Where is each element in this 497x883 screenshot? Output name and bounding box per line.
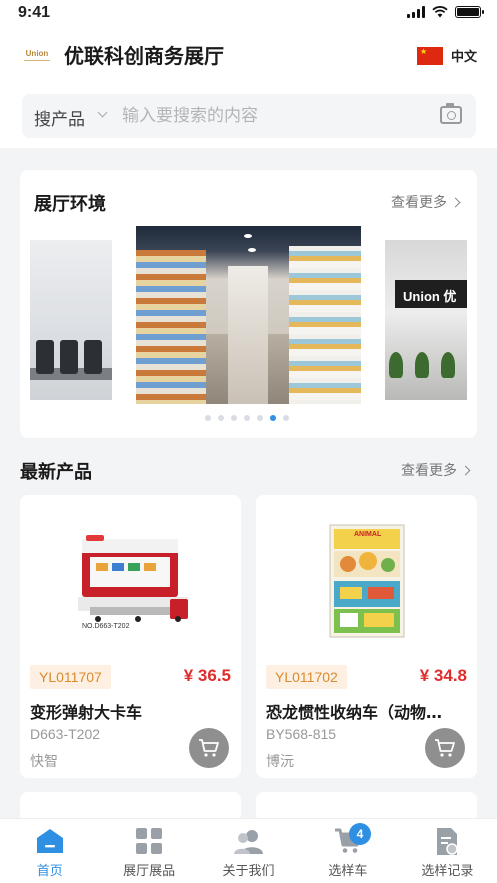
product-brand: 快智 (30, 754, 58, 770)
carousel-pager (205, 415, 289, 421)
product-card[interactable]: ANIMAL YL011702 ¥ 34.8 恐龙惯性收纳车（动物… BY568… (256, 495, 477, 778)
showroom-section: 展厅环境 查看更多 Union 优 (20, 170, 477, 438)
reception-sign: Union 优 (403, 289, 457, 304)
add-to-cart-button[interactable] (425, 728, 465, 768)
new-products-more-link[interactable]: 查看更多 (401, 460, 471, 480)
product-code-badge: YL011702 (266, 665, 347, 689)
home-icon (35, 827, 65, 855)
cellular-signal-icon (407, 6, 425, 18)
chevron-right-icon (460, 465, 471, 475)
carousel-dot[interactable] (218, 415, 224, 421)
product-image-truck: NO.D663-T202 (20, 495, 241, 655)
carousel-dot[interactable] (205, 415, 211, 421)
product-name: 恐龙惯性收纳车（动物… (266, 703, 443, 722)
product-price: ¥ 34.8 (419, 666, 467, 685)
cart-icon: 4 (333, 823, 371, 855)
carousel-slide-meeting-room[interactable] (30, 240, 112, 400)
carousel-slide-reception[interactable]: Union 优 (385, 240, 467, 400)
app-header: Union 优联科创商务展厅 中文 搜产品 (0, 30, 497, 148)
product-code-badge: YL011707 (30, 665, 111, 689)
product-image-caption: ANIMAL (354, 531, 382, 538)
status-icons (407, 6, 484, 18)
carousel-slide-showroom-aisle[interactable] (136, 226, 361, 404)
product-brand: 博沅 (266, 754, 294, 770)
status-bar: 9:41 (0, 0, 497, 30)
grid-icon (134, 827, 164, 855)
status-time: 9:41 (18, 4, 51, 21)
chevron-right-icon (450, 197, 461, 207)
tab-home[interactable]: 首页 (0, 819, 99, 883)
product-name: 变形弹射大卡车 (30, 703, 143, 722)
wifi-icon (432, 6, 448, 18)
chevron-down-icon[interactable] (97, 107, 108, 118)
bottom-tab-bar: 首页 展厅展品 关于我们 4 选样车 选样记录 (0, 818, 497, 883)
carousel-dot[interactable] (283, 415, 289, 421)
search-bar: 搜产品 (22, 94, 476, 138)
users-icon (233, 827, 264, 855)
cart-icon (435, 739, 455, 757)
app-title: 优联科创商务展厅 (64, 44, 224, 68)
language-switch[interactable]: 中文 (416, 46, 477, 65)
carousel-dot[interactable] (257, 415, 263, 421)
product-model: D663-T202 (30, 726, 101, 742)
cart-count-badge: 4 (348, 823, 371, 845)
carousel-dot[interactable] (270, 415, 276, 421)
add-to-cart-button[interactable] (189, 728, 229, 768)
battery-icon (455, 6, 484, 18)
language-label: 中文 (450, 50, 477, 65)
union-logo: Union (22, 44, 52, 66)
carousel-dot[interactable] (231, 415, 237, 421)
product-image-caption: NO.D663-T202 (82, 623, 130, 630)
tab-sample-cart[interactable]: 4 选样车 (298, 819, 397, 883)
new-products-title: 最新产品 (20, 462, 92, 483)
camera-icon[interactable] (440, 103, 462, 124)
record-icon (432, 827, 462, 855)
search-type-select[interactable]: 搜产品 (34, 105, 85, 130)
tab-about-us[interactable]: 关于我们 (199, 819, 298, 883)
search-input[interactable] (122, 102, 422, 130)
china-flag-icon (416, 46, 443, 65)
product-card[interactable]: NO.D663-T202 YL011707 ¥ 36.5 变形弹射大卡车 D66… (20, 495, 241, 778)
showroom-more-link[interactable]: 查看更多 (391, 192, 461, 212)
showroom-title: 展厅环境 (34, 194, 106, 215)
tab-showroom-exhibits[interactable]: 展厅展品 (99, 819, 198, 883)
carousel-dot[interactable] (244, 415, 250, 421)
cart-icon (199, 739, 219, 757)
product-image-dinosaur-cars: ANIMAL (256, 495, 477, 655)
tab-sample-records[interactable]: 选样记录 (398, 819, 497, 883)
product-model: BY568-815 (266, 726, 337, 742)
product-price: ¥ 36.5 (183, 666, 231, 685)
